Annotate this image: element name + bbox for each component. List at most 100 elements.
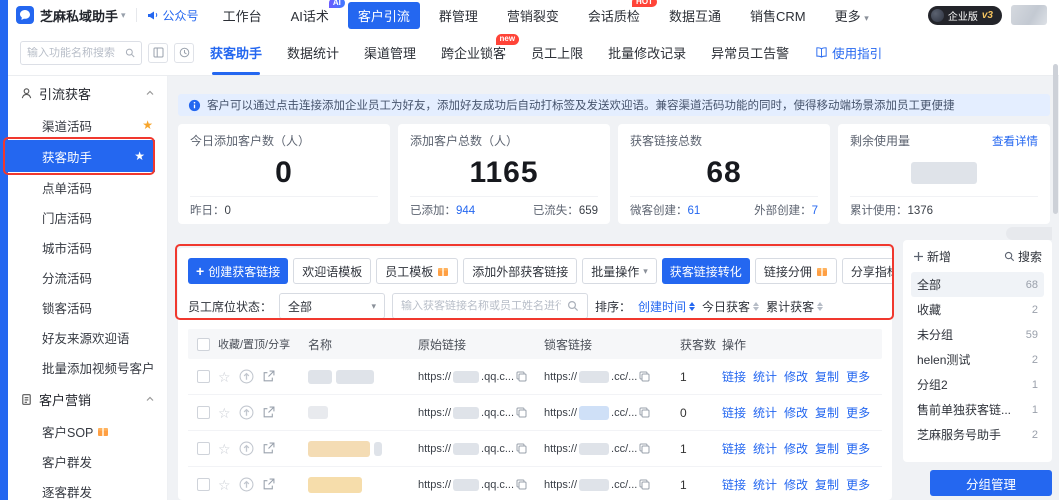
- sidebar-section-acquisition[interactable]: 引流获客: [8, 76, 167, 110]
- pin-icon[interactable]: [239, 441, 254, 456]
- layout-icon-button[interactable]: [148, 43, 168, 63]
- scrollbar[interactable]: [1053, 64, 1058, 214]
- sort-total-acquired[interactable]: 累计获客: [766, 298, 823, 315]
- staff-template-button[interactable]: 员工模板: [376, 258, 458, 284]
- sidebar-item-lock-qrcode[interactable]: 锁客活码: [8, 292, 167, 322]
- action-more[interactable]: 更多: [846, 368, 870, 385]
- edition-badge[interactable]: 企业版 v3: [928, 6, 1002, 25]
- action-more[interactable]: 更多: [846, 404, 870, 421]
- sidebar-item-batch-add-video-customers[interactable]: 批量添加视频号客户: [8, 352, 167, 382]
- add-external-link-button[interactable]: 添加外部获客链接: [463, 258, 577, 284]
- nav-item-sales-crm[interactable]: 销售CRM: [740, 2, 816, 29]
- action-edit[interactable]: 修改: [784, 404, 808, 421]
- create-link-button[interactable]: +创建获客链接: [188, 258, 288, 284]
- nav-item-ai-script[interactable]: AI话术AI: [281, 2, 339, 29]
- action-copy[interactable]: 复制: [815, 440, 839, 457]
- action-link[interactable]: 链接: [722, 476, 746, 493]
- copy-icon[interactable]: [639, 479, 650, 490]
- tab-batch-modify-records[interactable]: 批量修改记录: [608, 30, 686, 75]
- action-copy[interactable]: 复制: [815, 368, 839, 385]
- share-icon[interactable]: [262, 478, 275, 491]
- row-checkbox[interactable]: [197, 478, 210, 491]
- batch-operation-button[interactable]: 批量操作▾: [582, 258, 657, 284]
- action-more[interactable]: 更多: [846, 440, 870, 457]
- action-copy[interactable]: 复制: [815, 404, 839, 421]
- seat-status-select[interactable]: 全部▾: [279, 293, 385, 319]
- action-more[interactable]: 更多: [846, 476, 870, 493]
- share-icon[interactable]: [262, 406, 275, 419]
- select-all-checkbox[interactable]: [197, 338, 210, 351]
- favorite-star-icon[interactable]: ☆: [218, 478, 231, 492]
- group-item-group2[interactable]: 分组21: [911, 372, 1044, 397]
- action-edit[interactable]: 修改: [784, 368, 808, 385]
- sidebar-item-chase-broadcast[interactable]: 逐客群发: [8, 476, 167, 500]
- copy-icon[interactable]: [516, 479, 527, 490]
- tab-abnormal-staff-alert[interactable]: 异常员工告警: [711, 30, 789, 75]
- action-edit[interactable]: 修改: [784, 476, 808, 493]
- nav-item-chat-inspection[interactable]: 会话质检HOT: [578, 2, 650, 29]
- link-commission-button[interactable]: 链接分佣: [755, 258, 837, 284]
- nav-item-group-management[interactable]: 群管理: [429, 2, 488, 29]
- group-item-helen-test[interactable]: helen测试2: [911, 347, 1044, 372]
- action-link[interactable]: 链接: [722, 404, 746, 421]
- share-metrics-button[interactable]: 分享指标: [842, 258, 892, 284]
- sidebar-item-order-qrcode[interactable]: 点单活码: [8, 172, 167, 202]
- favorite-star-icon[interactable]: ☆: [218, 442, 231, 456]
- nav-item-more[interactable]: 更多 ▾: [825, 2, 879, 29]
- link-conversion-button[interactable]: 获客链接转化: [662, 258, 750, 284]
- favorite-star-icon[interactable]: ☆: [218, 370, 231, 384]
- view-details-link[interactable]: 查看详情: [992, 133, 1038, 149]
- favorite-star-icon[interactable]: ★: [142, 118, 153, 132]
- tab-channel-management[interactable]: 渠道管理: [364, 30, 416, 75]
- copy-icon[interactable]: [516, 371, 527, 382]
- action-link[interactable]: 链接: [722, 368, 746, 385]
- group-search-button[interactable]: 搜索: [1004, 248, 1042, 265]
- sidebar-item-customer-broadcast[interactable]: 客户群发: [8, 446, 167, 476]
- sidebar-item-city-qrcode[interactable]: 城市活码: [8, 232, 167, 262]
- nav-item-marketing-fission[interactable]: 营销裂变: [497, 2, 569, 29]
- action-stats[interactable]: 统计: [753, 440, 777, 457]
- copy-icon[interactable]: [639, 407, 650, 418]
- group-item-all[interactable]: 全部68: [911, 272, 1044, 297]
- group-item-favorites[interactable]: 收藏2: [911, 297, 1044, 322]
- sidebar-item-customer-sop[interactable]: 客户SOP: [8, 416, 167, 446]
- row-checkbox[interactable]: [197, 442, 210, 455]
- copy-icon[interactable]: [639, 443, 650, 454]
- action-link[interactable]: 链接: [722, 440, 746, 457]
- collapsed-tag[interactable]: [1006, 227, 1052, 240]
- action-edit[interactable]: 修改: [784, 440, 808, 457]
- tab-acquisition-assistant[interactable]: 获客助手: [210, 30, 262, 75]
- group-manage-button[interactable]: 分组管理: [930, 470, 1052, 496]
- action-stats[interactable]: 统计: [753, 404, 777, 421]
- row-checkbox[interactable]: [197, 406, 210, 419]
- sort-create-time[interactable]: 创建时间: [638, 298, 695, 315]
- app-title-caret-icon[interactable]: ▾: [121, 10, 126, 21]
- sidebar-section-marketing[interactable]: 客户营销: [8, 382, 167, 416]
- share-icon[interactable]: [262, 370, 275, 383]
- usage-guide-link[interactable]: 使用指引: [815, 43, 882, 62]
- pin-icon[interactable]: [239, 369, 254, 384]
- sidebar-item-channel-qrcode[interactable]: 渠道活码★: [8, 110, 167, 140]
- sidebar-item-store-qrcode[interactable]: 门店活码: [8, 202, 167, 232]
- tab-data-statistics[interactable]: 数据统计: [287, 30, 339, 75]
- nav-item-customer-acquisition[interactable]: 客户引流: [348, 2, 420, 29]
- tab-cross-enterprise-lock[interactable]: 跨企业锁客new: [441, 30, 506, 75]
- share-icon[interactable]: [262, 442, 275, 455]
- group-item-ungrouped[interactable]: 未分组59: [911, 322, 1044, 347]
- group-item-presales[interactable]: 售前单独获客链...1: [911, 397, 1044, 422]
- table-search-input[interactable]: [401, 300, 561, 312]
- group-item-service-assistant[interactable]: 芝麻服务号助手2: [911, 422, 1044, 447]
- add-group-button[interactable]: 新增: [913, 248, 951, 265]
- user-avatar[interactable]: [1011, 5, 1047, 25]
- chevron-up-icon[interactable]: [145, 394, 155, 404]
- chevron-up-icon[interactable]: [145, 88, 155, 98]
- nav-item-workbench[interactable]: 工作台: [213, 2, 272, 29]
- favorite-star-icon[interactable]: ★: [134, 149, 145, 163]
- sidebar-item-split-qrcode[interactable]: 分流活码: [8, 262, 167, 292]
- action-stats[interactable]: 统计: [753, 368, 777, 385]
- row-checkbox[interactable]: [197, 370, 210, 383]
- nav-item-data-connect[interactable]: 数据互通: [659, 2, 731, 29]
- copy-icon[interactable]: [516, 443, 527, 454]
- favorite-star-icon[interactable]: ☆: [218, 406, 231, 420]
- copy-icon[interactable]: [516, 407, 527, 418]
